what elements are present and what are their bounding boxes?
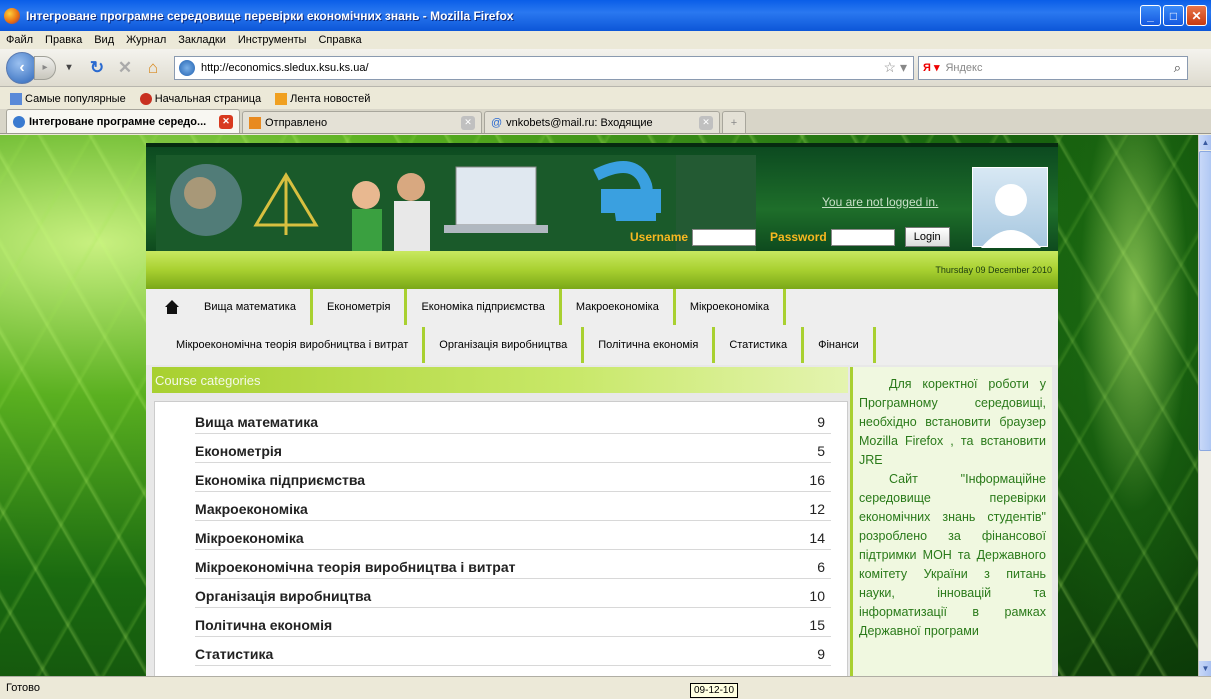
window-title: Інтегроване програмне середовище перевір…: [26, 8, 514, 23]
category-row[interactable]: Економіка підприємства 16: [195, 468, 831, 492]
category-row[interactable]: Вища математика 9: [195, 410, 831, 434]
menu-file[interactable]: Файл: [6, 34, 33, 46]
reload-icon[interactable]: ↻: [86, 57, 108, 79]
page-viewport: You are not logged in. Username Password…: [0, 135, 1198, 676]
bookmark-start-page[interactable]: Начальная страница: [139, 92, 261, 105]
firefox-bookmark-icon: [139, 92, 152, 105]
menu-bookmarks[interactable]: Закладки: [178, 34, 226, 46]
avatar: [972, 167, 1048, 248]
login-button[interactable]: Login: [904, 227, 950, 247]
scroll-thumb[interactable]: [1199, 151, 1211, 451]
current-date: Thursday 09 December 2010: [935, 265, 1052, 275]
nav-item-production-organization[interactable]: Організація виробництва: [425, 327, 585, 363]
scroll-down-arrow-icon[interactable]: ▼: [1199, 661, 1211, 676]
date-tooltip: 09-12-10: [690, 683, 739, 698]
nav-item-microeconomics[interactable]: Мікроекономіка: [676, 289, 787, 325]
nav-item-enterprise-economics[interactable]: Економіка підприємства: [407, 289, 562, 325]
nav-item-micro-theory[interactable]: Мікроекономічна теорія виробництва і вит…: [156, 327, 426, 363]
nav-item-econometrics[interactable]: Економетрія: [313, 289, 408, 325]
nav-item-statistics[interactable]: Статистика: [715, 327, 805, 363]
close-tab-icon[interactable]: ✕: [461, 115, 475, 130]
menu-view[interactable]: Вид: [94, 34, 114, 46]
course-categories-heading: Course categories: [152, 367, 848, 393]
close-button[interactable]: ✕: [1186, 5, 1207, 26]
at-sign-icon: @: [491, 116, 503, 129]
menu-bar: Файл Правка Вид Журнал Закладки Инструме…: [0, 31, 1211, 49]
folder-icon: [10, 92, 22, 105]
category-row[interactable]: Мікроекономіка 14: [195, 526, 831, 550]
category-row[interactable]: Організація виробництва 10: [195, 584, 831, 608]
nav-item-finance[interactable]: Фінанси: [804, 327, 876, 363]
home-icon[interactable]: [164, 299, 180, 315]
new-tab-button[interactable]: +: [722, 111, 746, 133]
site-icon: [13, 115, 25, 128]
nav-row-2: Мікроекономічна теорія виробництва і вит…: [146, 327, 876, 363]
history-dropdown-icon[interactable]: ▾: [58, 57, 80, 79]
bookmark-star-icon[interactable]: ☆ ▾: [884, 59, 907, 76]
tab-economics[interactable]: Інтегроване програмне середо... ✕: [6, 109, 240, 133]
category-row[interactable]: Економетрія 5: [195, 439, 831, 463]
search-placeholder: Яндекс: [945, 61, 983, 74]
site-page: You are not logged in. Username Password…: [146, 143, 1058, 676]
nav-row-1: Вища математика Економетрія Економіка пі…: [146, 289, 787, 325]
category-row[interactable]: Мікроекономічна теорія виробництва і вит…: [195, 555, 831, 579]
tab-sent[interactable]: Отправлено ✕: [242, 111, 482, 133]
course-nav-menu: Вища математика Економетрія Економіка пі…: [146, 289, 1058, 365]
minimize-button[interactable]: _: [1140, 5, 1161, 26]
yandex-icon[interactable]: Я ▾: [923, 61, 939, 74]
header-green-strip: Thursday 09 December 2010: [146, 251, 1058, 289]
site-header: You are not logged in. Username Password…: [146, 143, 1058, 251]
password-input[interactable]: [830, 228, 895, 246]
close-tab-icon[interactable]: ✕: [219, 114, 233, 129]
menu-edit[interactable]: Правка: [45, 34, 82, 46]
tab-bar: Інтегроване програмне середо... ✕ Отправ…: [0, 109, 1211, 134]
category-row[interactable]: Макроекономіка 12: [195, 497, 831, 521]
bookmark-most-visited[interactable]: Самые популярные: [10, 92, 126, 105]
menu-history[interactable]: Журнал: [126, 34, 166, 46]
address-bar[interactable]: http://economics.sledux.ksu.ks.ua/ ☆ ▾: [174, 55, 914, 80]
stop-icon[interactable]: ✕: [114, 57, 136, 79]
login-form: Username Password Login: [630, 227, 950, 247]
course-categories-list: Вища математика 9 Економетрія 5 Економіка …: [154, 401, 848, 676]
vertical-scrollbar[interactable]: ▲ ▼: [1198, 135, 1211, 676]
search-box[interactable]: Я ▾ Яндекс ⌕: [918, 55, 1188, 80]
info-sidebar: Для коректної роботи у Програмному серед…: [850, 367, 1052, 676]
category-row[interactable]: Статистика 9: [195, 642, 831, 666]
firefox-icon: [4, 7, 20, 24]
sidebar-paragraph-funding: Сайт "Інформаційне середовище перевірки …: [859, 472, 1046, 638]
tab-inbox[interactable]: @ vnkobets@mail.ru: Входящие ✕: [484, 111, 720, 133]
forward-button[interactable]: ▸: [34, 55, 56, 80]
username-input[interactable]: [692, 228, 757, 246]
username-label: Username: [630, 230, 689, 244]
status-text: Готово: [6, 682, 40, 694]
rss-icon: [275, 92, 288, 105]
window-titlebar: Інтегроване програмне середовище перевір…: [0, 0, 1211, 31]
login-status-link[interactable]: You are not logged in.: [822, 195, 938, 209]
sidebar-paragraph-browser: Для коректної роботи у Програмному серед…: [859, 377, 1046, 467]
category-row[interactable]: Політична економія 15: [195, 613, 831, 637]
menu-help[interactable]: Справка: [318, 34, 361, 46]
nav-item-higher-math[interactable]: Вища математика: [190, 289, 313, 325]
search-icon[interactable]: ⌕: [1174, 60, 1181, 76]
mail-site-icon: [249, 116, 261, 129]
user-silhouette-icon: [981, 184, 1041, 248]
nav-item-macroeconomics[interactable]: Макроекономіка: [562, 289, 676, 325]
status-bar: Готово: [0, 676, 1211, 699]
nav-item-political-economy[interactable]: Політична економія: [584, 327, 716, 363]
navigation-toolbar: ‹ ▸ ▾ ↻ ✕ ⌂ http://economics.sledux.ksu.…: [0, 49, 1211, 87]
bookmark-news-feed[interactable]: Лента новостей: [275, 92, 370, 105]
menu-tools[interactable]: Инструменты: [238, 34, 307, 46]
site-icon: [179, 59, 195, 76]
close-tab-icon[interactable]: ✕: [699, 115, 713, 130]
url-text: http://economics.sledux.ksu.ks.ua/: [201, 61, 369, 74]
password-label: Password: [770, 230, 827, 244]
scroll-up-arrow-icon[interactable]: ▲: [1199, 135, 1211, 150]
bookmarks-toolbar: Самые популярные Начальная страница Лент…: [0, 88, 1211, 109]
home-icon[interactable]: ⌂: [142, 57, 164, 79]
maximize-button[interactable]: □: [1163, 5, 1184, 26]
